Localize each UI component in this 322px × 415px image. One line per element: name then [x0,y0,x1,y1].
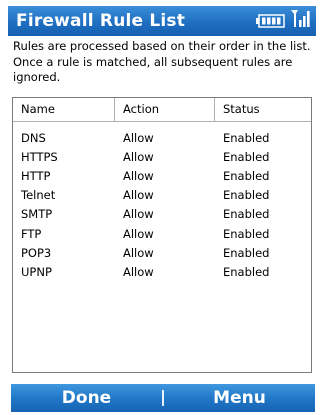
firewall-rule-list[interactable]: Name Action Status DNS Allow Enabled HTT… [12,97,312,373]
done-softkey[interactable]: Done [11,384,162,412]
rule-status: Enabled [223,168,270,183]
rule-action: Allow [123,264,154,279]
rule-name: FTP [21,226,42,241]
softkey-divider [162,390,164,406]
rule-name: HTTPS [21,149,58,164]
list-row[interactable]: HTTP Allow Enabled [13,166,311,185]
list-row[interactable]: FTP Allow Enabled [13,224,311,243]
softkey-bar: Done Menu [11,384,315,412]
status-icons [256,10,310,32]
rule-name: POP3 [21,245,52,260]
rule-name: HTTP [21,168,51,183]
page-title: Firewall Rule List [16,11,186,31]
rule-name: DNS [21,130,46,145]
rule-name: UPNP [21,264,52,279]
rule-action: Allow [123,168,154,183]
rule-status: Enabled [223,207,270,222]
column-header-status[interactable]: Status [215,98,311,121]
description-text: Rules are processed based on their order… [13,39,311,84]
rule-action: Allow [123,149,154,164]
list-rows: DNS Allow Enabled HTTPS Allow Enabled HT… [13,122,311,282]
menu-softkey[interactable]: Menu [164,384,315,412]
rule-action: Allow [123,226,154,241]
list-row[interactable]: Telnet Allow Enabled [13,186,311,205]
list-header: Name Action Status [13,98,311,122]
rule-action: Allow [123,130,154,145]
phone-screen: Firewall Rule List Rules are processed b… [0,0,322,415]
rule-status: Enabled [223,226,270,241]
rule-action: Allow [123,245,154,260]
list-row[interactable]: SMTP Allow Enabled [13,205,311,224]
rule-action: Allow [123,188,154,203]
rule-name: SMTP [21,207,53,222]
column-header-action[interactable]: Action [115,98,215,121]
battery-icon [256,13,286,32]
rule-status: Enabled [223,130,270,145]
list-row[interactable]: UPNP Allow Enabled [13,262,311,281]
rule-status: Enabled [223,245,270,260]
rule-action: Allow [123,207,154,222]
rule-status: Enabled [223,264,270,279]
list-row[interactable]: HTTPS Allow Enabled [13,147,311,166]
rule-status: Enabled [223,188,270,203]
list-row[interactable]: POP3 Allow Enabled [13,243,311,262]
list-row[interactable]: DNS Allow Enabled [13,128,311,147]
title-bar: Firewall Rule List [8,6,316,36]
rule-status: Enabled [223,149,270,164]
rule-name: Telnet [21,188,56,203]
signal-icon [290,8,310,32]
column-header-name[interactable]: Name [13,98,115,121]
